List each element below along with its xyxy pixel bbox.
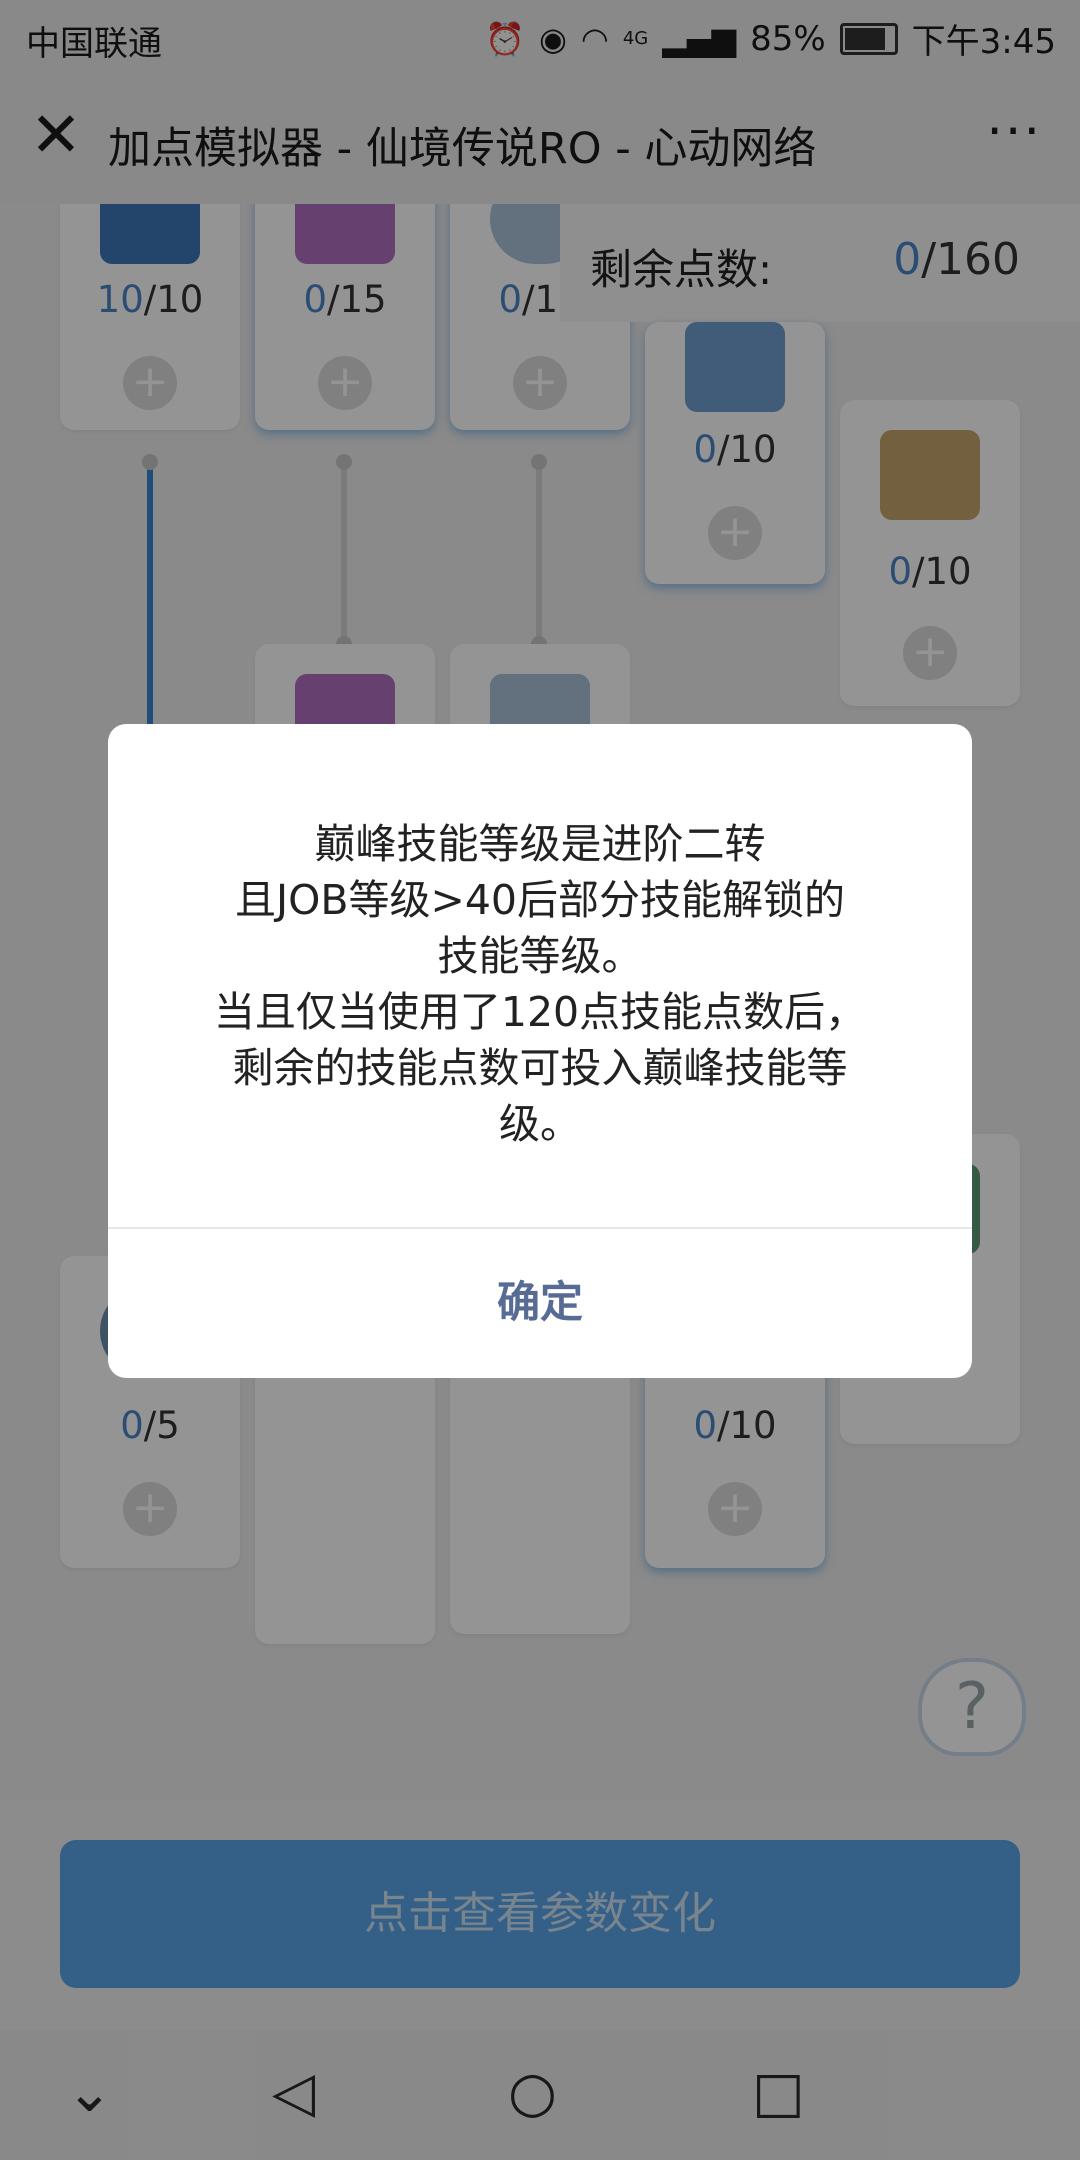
dialog-line: 巅峰技能等级是进阶二转 — [314, 820, 766, 868]
dialog-line: 且JOB等级>40后部分技能解锁的 — [234, 876, 845, 924]
dialog-line: 技能等级。 — [437, 932, 643, 980]
confirm-button[interactable]: 确定 — [108, 1229, 972, 1378]
info-dialog: 巅峰技能等级是进阶二转 且JOB等级>40后部分技能解锁的 技能等级。 当且仅当… — [108, 724, 972, 1378]
dialog-line: 剩余的技能点数可投入巅峰技能等 — [232, 1044, 848, 1092]
dialog-line: 级。 — [499, 1100, 581, 1148]
dialog-message: 巅峰技能等级是进阶二转 且JOB等级>40后部分技能解锁的 技能等级。 当且仅当… — [148, 816, 932, 1152]
dialog-line: 当且仅当使用了120点技能点数后， — [213, 988, 867, 1036]
